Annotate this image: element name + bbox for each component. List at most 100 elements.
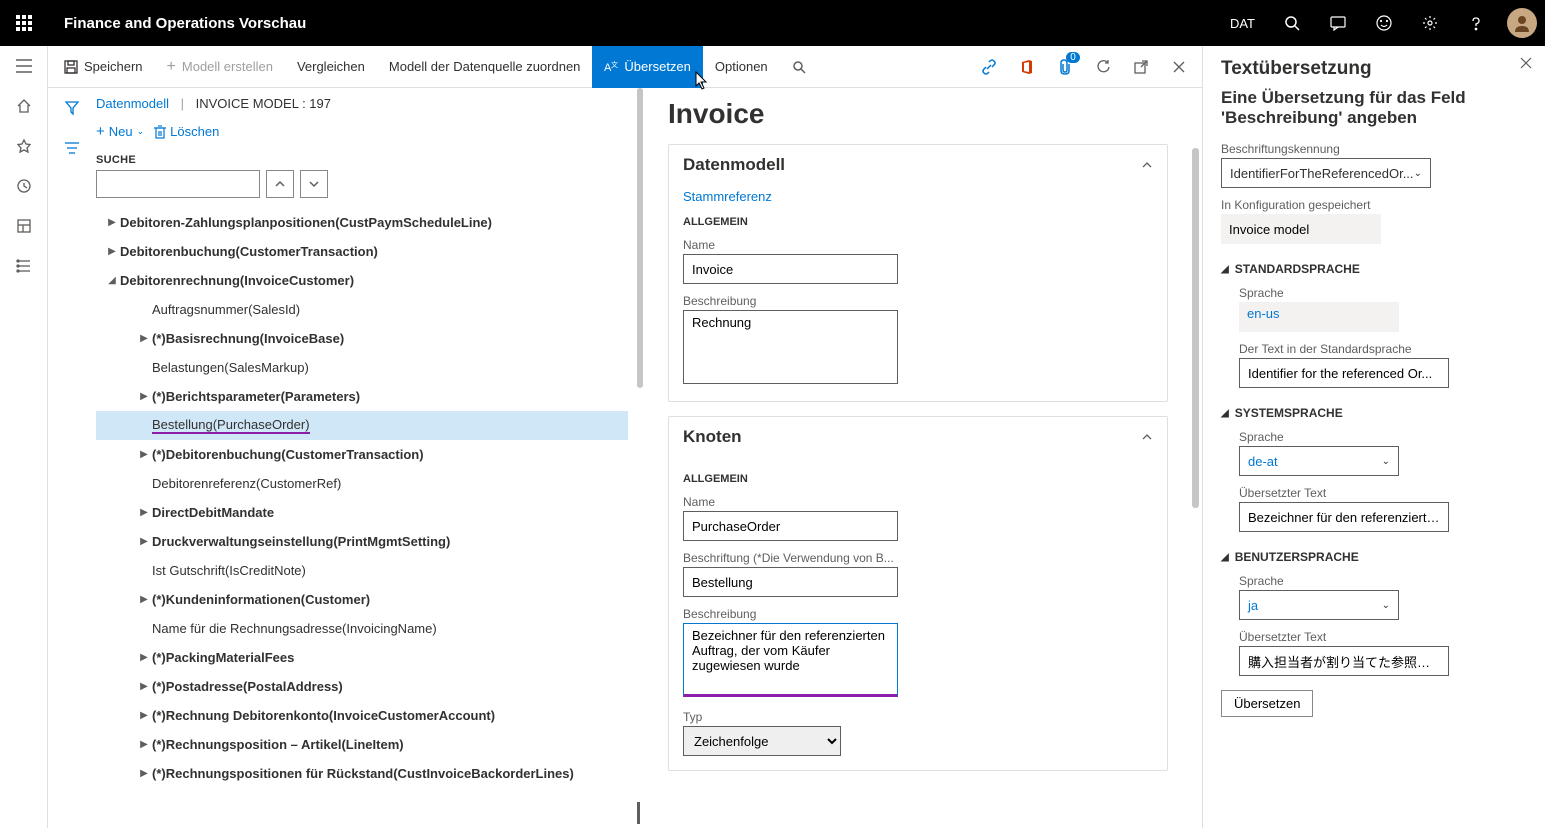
attachments-icon[interactable]: 0 [1046, 46, 1084, 88]
tree-row[interactable]: ▶DirectDebitMandate [96, 498, 628, 527]
caption-input[interactable] [683, 567, 898, 597]
sys-lang-dropdown[interactable]: de-at⌄ [1239, 446, 1399, 476]
link-icon[interactable] [970, 46, 1008, 88]
tree-row[interactable]: ▶Druckverwaltungseinstellung(PrintMgmtSe… [96, 527, 628, 556]
std-text-input[interactable] [1239, 358, 1449, 388]
user-text-input[interactable] [1239, 646, 1449, 676]
nav-recent-icon[interactable] [0, 166, 48, 206]
name-label: Name [683, 238, 1153, 252]
tree-row[interactable]: ▶(*)Rechnungspositionen für Rückstand(Cu… [96, 759, 628, 788]
user-lang-label: Sprache [1239, 574, 1527, 588]
detail-panel: Invoice Datenmodell Stammreferenz ALLGEM… [644, 88, 1192, 828]
tree-row[interactable]: Debitorenreferenz(CustomerRef) [96, 469, 628, 498]
std-lang-value[interactable]: en-us [1239, 302, 1399, 332]
user-lang-dropdown[interactable]: ja⌄ [1239, 590, 1399, 620]
tree-row[interactable]: ▶(*)Postadresse(PostalAddress) [96, 672, 628, 701]
tree-row[interactable]: ▶(*)Rechnung Debitorenkonto(InvoiceCusto… [96, 701, 628, 730]
datamodel-card: Datenmodell Stammreferenz ALLGEMEIN Name… [668, 144, 1168, 402]
tree-scrollbar[interactable] [637, 88, 643, 388]
breadcrumb: Datenmodell | INVOICE MODEL : 197 [96, 88, 628, 117]
search-prev-button[interactable] [266, 170, 294, 198]
section-allgemein: ALLGEMEIN [683, 216, 1153, 228]
tree-row[interactable]: ▶(*)Berichtsparameter(Parameters) [96, 382, 628, 411]
save-button[interactable]: Speichern [52, 46, 155, 88]
sys-text-label: Übersetzter Text [1239, 486, 1527, 500]
nav-home-icon[interactable] [0, 86, 48, 126]
filter-icon[interactable] [48, 88, 96, 128]
nav-workspaces-icon[interactable] [0, 206, 48, 246]
description-textarea[interactable] [683, 310, 898, 384]
node-card-header[interactable]: Knoten [669, 417, 1167, 457]
search-button[interactable] [780, 46, 818, 88]
tree-row[interactable]: ▶(*)Rechnungsposition – Artikel(LineItem… [96, 730, 628, 759]
std-lang-section[interactable]: ◢STANDARDSPRACHE [1221, 262, 1527, 276]
tree-row[interactable]: Belastungen(SalesMarkup) [96, 353, 628, 382]
breadcrumb-link[interactable]: Datenmodell [96, 96, 169, 111]
compare-button[interactable]: Vergleichen [285, 46, 377, 88]
left-nav [0, 46, 48, 828]
node-desc-textarea[interactable] [683, 623, 898, 697]
panel-title: Textübersetzung [1221, 58, 1527, 80]
tree-row[interactable]: Ist Gutschrift(IsCreditNote) [96, 556, 628, 585]
translation-panel: Textübersetzung Eine Übersetzung für das… [1202, 46, 1545, 828]
type-select[interactable]: Zeichenfolge [683, 726, 841, 756]
datamodel-card-header[interactable]: Datenmodell [669, 145, 1167, 185]
root-reference-link[interactable]: Stammreferenz [683, 189, 772, 204]
tree-row[interactable]: Name für die Rechnungsadresse(InvoicingN… [96, 614, 628, 643]
description-label: Beschreibung [683, 294, 1153, 308]
tree-row[interactable]: ◢Debitorenrechnung(InvoiceCustomer) [96, 266, 628, 295]
help-icon[interactable] [1453, 0, 1499, 46]
map-datasource-button[interactable]: Modell der Datenquelle zuordnen [377, 46, 593, 88]
tree-row[interactable]: ▶(*)PackingMaterialFees [96, 643, 628, 672]
refresh-icon[interactable] [1084, 46, 1122, 88]
tree-row[interactable]: ▶Debitorenbuchung(CustomerTransaction) [96, 237, 628, 266]
options-button[interactable]: Optionen [703, 46, 780, 88]
node-name-input[interactable] [683, 511, 898, 541]
user-text-label: Übersetzter Text [1239, 630, 1527, 644]
office-icon[interactable] [1008, 46, 1046, 88]
user-avatar[interactable] [1499, 0, 1545, 46]
translate-button[interactable]: A文Übersetzen [592, 46, 702, 88]
node-name-label: Name [683, 495, 1153, 509]
close-icon[interactable] [1160, 46, 1198, 88]
tree-row[interactable]: ▶(*)Basisrechnung(InvoiceBase) [96, 324, 628, 353]
popout-icon[interactable] [1122, 46, 1160, 88]
splitter-handle[interactable] [637, 802, 640, 824]
messages-icon[interactable] [1315, 0, 1361, 46]
translate-action-button[interactable]: Übersetzen [1221, 690, 1313, 717]
nav-hamburger-icon[interactable] [0, 46, 48, 86]
delete-button[interactable]: Löschen [154, 124, 219, 139]
name-input[interactable] [683, 254, 898, 284]
chevron-up-icon [1141, 161, 1153, 169]
svg-text:文: 文 [611, 60, 618, 69]
std-text-label: Der Text in der Standardsprache [1239, 342, 1527, 356]
feedback-icon[interactable] [1361, 0, 1407, 46]
app-launcher[interactable] [0, 0, 48, 46]
search-icon[interactable] [1269, 0, 1315, 46]
nav-favorites-icon[interactable] [0, 126, 48, 166]
chevron-up-icon [1141, 433, 1153, 441]
detail-scrollbar[interactable] [1192, 148, 1199, 508]
tree-row[interactable]: ▶(*)Kundeninformationen(Customer) [96, 585, 628, 614]
nav-modules-icon[interactable] [0, 246, 48, 286]
page-title: Invoice [668, 98, 1168, 130]
company-code[interactable]: DAT [1216, 0, 1269, 46]
label-id-dropdown[interactable]: IdentifierForTheReferencedOr...⌄ [1221, 158, 1431, 188]
panel-close-icon[interactable] [1519, 56, 1533, 73]
tree-row[interactable]: Auftragsnummer(SalesId) [96, 295, 628, 324]
create-model-button[interactable]: +Modell erstellen [155, 46, 285, 88]
search-input[interactable] [96, 170, 260, 198]
new-button[interactable]: +Neu⌄ [96, 123, 144, 140]
tree-row[interactable]: ▶Debitoren-Zahlungsplanpositionen(CustPa… [96, 208, 628, 237]
search-next-button[interactable] [300, 170, 328, 198]
tree-row[interactable]: Bestellung(PurchaseOrder) [96, 411, 628, 440]
settings-icon[interactable] [1407, 0, 1453, 46]
search-label: SUCHE [96, 154, 628, 166]
sys-lang-section[interactable]: ◢SYSTEMSPRACHE [1221, 406, 1527, 420]
user-lang-section[interactable]: ◢BENUTZERSPRACHE [1221, 550, 1527, 564]
list-icon[interactable] [48, 128, 96, 168]
app-title: Finance and Operations Vorschau [64, 15, 1216, 32]
tree-row[interactable]: ▶(*)Debitorenbuchung(CustomerTransaction… [96, 440, 628, 469]
sys-text-input[interactable] [1239, 502, 1449, 532]
tree: ▶Debitoren-Zahlungsplanpositionen(CustPa… [96, 208, 628, 828]
